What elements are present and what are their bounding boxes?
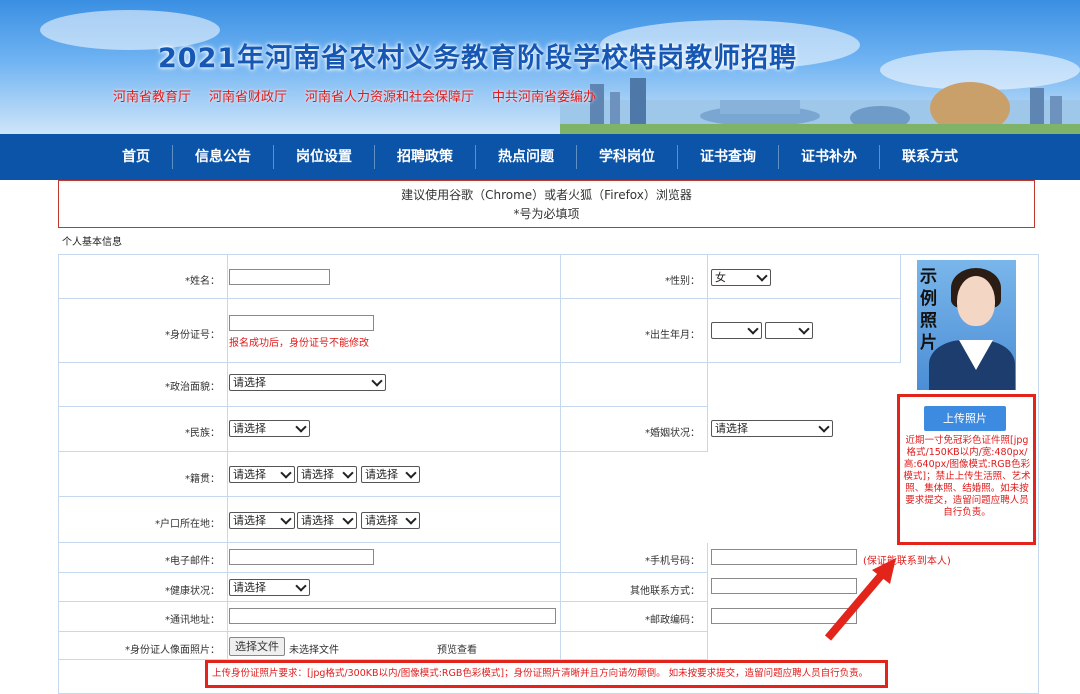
org-link[interactable]: 河南省财政厅 — [209, 86, 287, 105]
nav-hot-questions[interactable]: 热点问题 — [476, 145, 577, 169]
ethnic-label: *民族： — [185, 428, 220, 439]
gender-select[interactable]: 女 — [711, 269, 771, 286]
id-number-hint: 报名成功后，身份证号不能修改 — [229, 338, 369, 349]
no-file-text: 未选择文件 — [289, 645, 339, 656]
chevron-down-icon — [371, 375, 383, 387]
org-link[interactable]: 河南省人力资源和社会保障厅 — [305, 86, 474, 105]
upload-photo-button[interactable]: 上传照片 — [924, 406, 1006, 431]
phone-input[interactable] — [711, 549, 857, 565]
name-label: *姓名： — [185, 276, 220, 287]
photo-face — [957, 276, 995, 326]
header-banner: 2021年河南省农村义务教育阶段学校特岗教师招聘 河南省教育厅 河南省财政厅 河… — [0, 0, 1080, 134]
id-photo-requirements: 上传身份证照片要求：[jpg格式/300KB以内/图像模式:RGB色彩模式]；身… — [205, 660, 888, 688]
nav-positions[interactable]: 岗位设置 — [274, 145, 375, 169]
birth-year-select[interactable] — [711, 322, 762, 339]
other-contact-label: 其他联系方式： — [630, 586, 700, 597]
marital-label: *婚姻状况： — [645, 428, 700, 439]
native-place-label: *籍贯： — [185, 474, 220, 485]
email-label: *电子邮件： — [165, 556, 220, 567]
sample-photo-text: 示例照片 — [920, 267, 937, 353]
phone-label: *手机号码： — [645, 556, 700, 567]
chevron-down-icon — [756, 270, 768, 282]
email-input[interactable] — [229, 549, 374, 565]
hukou-county-select[interactable]: 请选择 — [361, 512, 420, 529]
org-link[interactable]: 河南省教育厅 — [113, 86, 191, 105]
hukou-label: *户口所在地： — [155, 519, 220, 530]
chevron-down-icon — [405, 467, 417, 479]
form-cell — [561, 363, 708, 407]
nav-contact[interactable]: 联系方式 — [880, 145, 980, 169]
address-input[interactable] — [229, 608, 556, 624]
chevron-down-icon — [798, 323, 810, 335]
nav-certificate-query[interactable]: 证书查询 — [678, 145, 779, 169]
chevron-down-icon — [818, 421, 830, 433]
preview-link[interactable]: 预览查看 — [437, 641, 477, 656]
chevron-down-icon — [342, 467, 354, 479]
id-number-label: *身份证号： — [165, 330, 220, 341]
required-hint: *号为必填项 — [513, 207, 580, 221]
marital-select[interactable]: 请选择 — [711, 420, 833, 437]
section-title: 个人基本信息 — [62, 237, 122, 248]
chevron-down-icon — [280, 467, 292, 479]
chevron-down-icon — [295, 421, 307, 433]
nav-policy[interactable]: 招聘政策 — [375, 145, 476, 169]
id-photo-label: *身份证人像面照片： — [125, 645, 220, 656]
address-label: *通讯地址： — [165, 615, 220, 626]
main-nav: 首页 信息公告 岗位设置 招聘政策 热点问题 学科岗位 证书查询 证书补办 联系… — [0, 134, 1080, 180]
phone-hint: (保证能联系到本人) — [863, 556, 951, 567]
postcode-label: *邮政编码： — [645, 615, 700, 626]
name-input[interactable] — [229, 269, 330, 285]
health-select[interactable]: 请选择 — [229, 579, 310, 596]
nav-home[interactable]: 首页 — [100, 145, 173, 169]
chevron-down-icon — [405, 513, 417, 525]
ethnic-select[interactable]: 请选择 — [229, 420, 310, 437]
postcode-input[interactable] — [711, 608, 857, 624]
id-number-input[interactable] — [229, 315, 374, 331]
form-cell — [561, 632, 708, 660]
nav-certificate-reissue[interactable]: 证书补办 — [779, 145, 880, 169]
health-label: *健康状况： — [165, 586, 220, 597]
chevron-down-icon — [342, 513, 354, 525]
native-city-select[interactable]: 请选择 — [297, 466, 357, 483]
birth-month-select[interactable] — [765, 322, 813, 339]
gender-label: *性别： — [665, 276, 700, 287]
nav-subject-positions[interactable]: 学科岗位 — [577, 145, 678, 169]
site-title: 2021年河南省农村义务教育阶段学校特岗教师招聘 — [158, 43, 798, 74]
photo-requirements: 近期一寸免冠彩色证件照[jpg格式/150KB以内/宽:480px/高:640p… — [903, 435, 1031, 518]
form-cell — [228, 299, 561, 363]
org-link[interactable]: 中共河南省委编办 — [492, 86, 596, 105]
native-county-select[interactable]: 请选择 — [361, 466, 420, 483]
nav-announcements[interactable]: 信息公告 — [173, 145, 274, 169]
chevron-down-icon — [280, 513, 292, 525]
birth-date-label: *出生年月： — [645, 330, 700, 341]
sample-photo: 示例照片 — [917, 260, 1016, 390]
browser-notice: 建议使用谷歌（Chrome）或者火狐（Firefox）浏览器 *号为必填项 — [58, 180, 1035, 228]
choose-file-button[interactable]: 选择文件 — [229, 637, 285, 656]
browser-recommendation: 建议使用谷歌（Chrome）或者火狐（Firefox）浏览器 — [401, 188, 692, 202]
hukou-city-select[interactable]: 请选择 — [297, 512, 357, 529]
city-skyline-image — [560, 78, 1080, 134]
org-list: 河南省教育厅 河南省财政厅 河南省人力资源和社会保障厅 中共河南省委编办 — [113, 86, 596, 105]
politics-select[interactable]: 请选择 — [229, 374, 386, 391]
chevron-down-icon — [747, 323, 759, 335]
other-contact-input[interactable] — [711, 578, 857, 594]
native-province-select[interactable]: 请选择 — [229, 466, 295, 483]
chevron-down-icon — [295, 580, 307, 592]
hukou-province-select[interactable]: 请选择 — [229, 512, 295, 529]
politics-label: *政治面貌： — [165, 382, 220, 393]
